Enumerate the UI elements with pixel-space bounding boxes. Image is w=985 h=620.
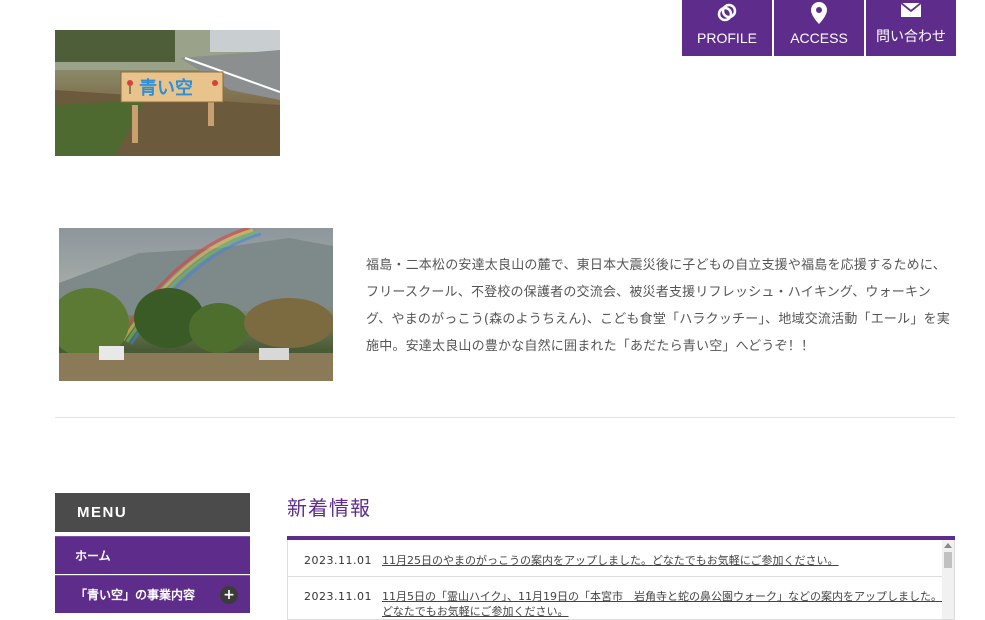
menu-heading: MENU — [55, 493, 250, 532]
news-scrollbar[interactable] — [942, 540, 954, 619]
contact-label: 問い合わせ — [876, 28, 946, 44]
contact-button[interactable]: 問い合わせ — [866, 0, 956, 56]
map-pin-icon — [811, 2, 827, 24]
envelope-icon — [901, 0, 921, 20]
sign-photo: 青い空 — [55, 30, 280, 156]
scroll-up-arrow-icon[interactable] — [944, 543, 952, 548]
news-title: 新着情報 — [287, 496, 371, 520]
intro-text: 福島・二本松の安達太良山の麓で、東日本大震災後に子どもの自立支援や福島を応援する… — [366, 258, 950, 354]
rainbow-photo — [59, 228, 333, 381]
news-date: 2023.11.01 — [304, 590, 372, 603]
sidebar-item-label: ホーム — [75, 549, 111, 563]
scroll-thumb[interactable] — [944, 552, 952, 568]
sidebar-item-home[interactable]: ホーム — [55, 536, 250, 574]
list-item: 2023.11.01 11月5日の「霊山ハイク」、11月19日の「本宮市 岩角寺… — [288, 589, 943, 619]
access-button[interactable]: ACCESS — [774, 0, 864, 56]
news-date: 2023.11.01 — [304, 554, 372, 567]
rings-icon — [716, 2, 738, 24]
sign-text: 青い空 — [139, 77, 193, 99]
profile-label: PROFILE — [697, 30, 757, 46]
section-divider — [55, 417, 955, 418]
news-list[interactable]: 2023.11.01 11月25日のやまのがっこうの案内をアップしました。どなた… — [287, 540, 955, 620]
profile-button[interactable]: PROFILE — [682, 0, 772, 56]
top-nav: PROFILE ACCESS 問い合わせ — [682, 0, 956, 56]
sidebar-item-services[interactable]: 「青い空」の事業内容 + — [55, 575, 250, 613]
news-link[interactable]: 11月25日のやまのがっこうの案内をアップしました。どなたでもお気軽にご参加くだ… — [382, 553, 943, 568]
sidebar-item-label: 「青い空」の事業内容 — [75, 588, 196, 602]
news-link[interactable]: 11月5日の「霊山ハイク」、11月19日の「本宮市 岩角寺と蛇の鼻公園ウォーク」… — [382, 589, 943, 619]
list-item: 2023.11.01 11月25日のやまのがっこうの案内をアップしました。どなた… — [288, 553, 943, 568]
expand-plus-icon[interactable]: + — [220, 586, 238, 604]
access-label: ACCESS — [790, 30, 848, 46]
news-row-divider — [288, 576, 943, 577]
